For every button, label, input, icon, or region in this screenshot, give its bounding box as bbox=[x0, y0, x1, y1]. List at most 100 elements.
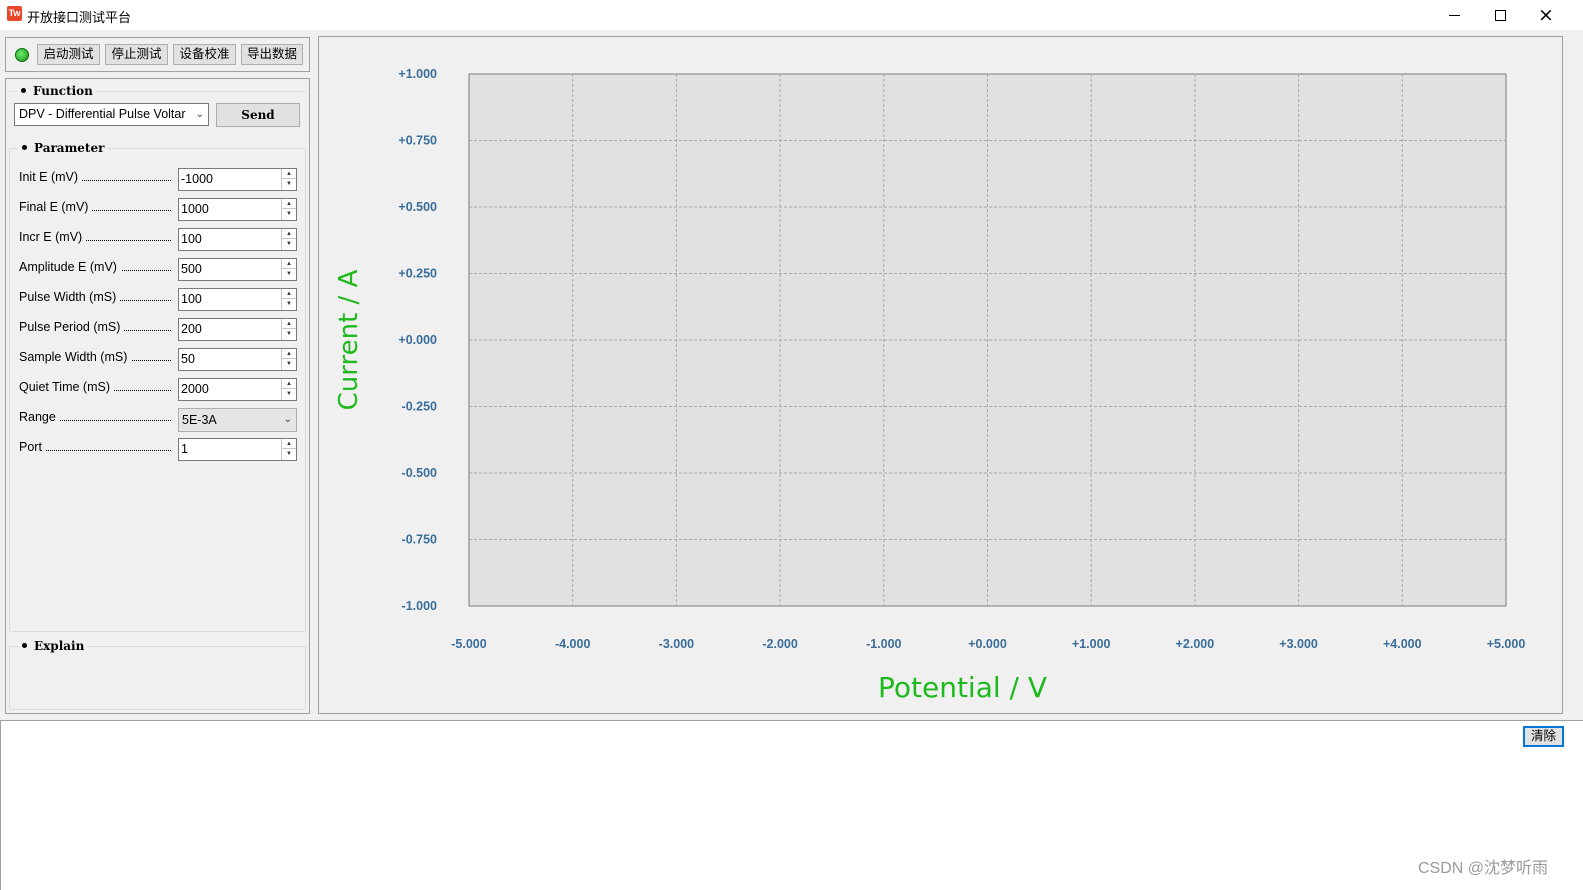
x-tick-label: +0.000 bbox=[968, 637, 1007, 651]
y-tick-label: -1.000 bbox=[402, 599, 437, 613]
param-row-final-e: Final E (mV) 1000 ▲ ▼ bbox=[19, 198, 301, 222]
spin-down-icon[interactable]: ▼ bbox=[282, 269, 296, 279]
spin-up-icon[interactable]: ▲ bbox=[282, 229, 296, 239]
quiet-time-input[interactable]: 2000 ▲ ▼ bbox=[178, 378, 297, 401]
spin-down-icon[interactable]: ▼ bbox=[282, 239, 296, 249]
spin-down-icon[interactable]: ▼ bbox=[282, 209, 296, 219]
x-tick-label: +2.000 bbox=[1176, 637, 1215, 651]
chevron-down-icon: ⌄ bbox=[195, 109, 204, 120]
explain-group-title: Explain bbox=[18, 639, 89, 653]
sample-width-input[interactable]: 50 ▲ ▼ bbox=[178, 348, 297, 371]
x-tick-label: -3.000 bbox=[659, 637, 694, 651]
settings-panel: Function DPV - Differential Pulse Voltar… bbox=[5, 78, 310, 714]
main-area: 启动测试 停止测试 设备校准 导出数据 Function DPV - Diffe… bbox=[0, 30, 1583, 720]
x-axis-label: Potential / V bbox=[878, 671, 1047, 704]
minimize-icon bbox=[1448, 14, 1460, 16]
param-row-sample-width: Sample Width (mS) 50 ▲ ▼ bbox=[19, 348, 301, 372]
x-tick-label: -5.000 bbox=[451, 637, 486, 651]
toolbar: 启动测试 停止测试 设备校准 导出数据 bbox=[5, 37, 310, 72]
init-e-input[interactable]: -1000 ▲ ▼ bbox=[178, 168, 297, 191]
spin-up-icon[interactable]: ▲ bbox=[282, 199, 296, 209]
maximize-icon bbox=[1494, 9, 1506, 21]
range-select[interactable]: 5E-3A ⌄ bbox=[178, 408, 297, 432]
pulse-period-input[interactable]: 200 ▲ ▼ bbox=[178, 318, 297, 341]
param-row-init-e: Init E (mV) -1000 ▲ ▼ bbox=[19, 168, 301, 192]
param-label: Sample Width (mS) bbox=[19, 350, 132, 364]
param-label: Pulse Period (mS) bbox=[19, 320, 125, 334]
param-label: Range bbox=[19, 410, 60, 424]
param-row-range: Range 5E-3A ⌄ bbox=[19, 408, 301, 432]
spin-down-icon[interactable]: ▼ bbox=[282, 389, 296, 399]
window-title: 开放接口测试平台 bbox=[27, 10, 132, 25]
param-row-amplitude-e: Amplitude E (mV) 500 ▲ ▼ bbox=[19, 258, 301, 282]
title-bar: Tw 开放接口测试平台 × bbox=[0, 0, 1583, 30]
chart-panel: +1.000 +0.750 +0.500 +0.250 +0.000 -0.250 -0.5… bbox=[318, 36, 1563, 714]
y-tick-label: +0.500 bbox=[398, 200, 437, 214]
y-tick-label: -0.250 bbox=[402, 400, 437, 414]
spin-down-icon[interactable]: ▼ bbox=[282, 359, 296, 369]
spin-down-icon[interactable]: ▼ bbox=[282, 449, 296, 459]
y-axis-label: Current / A bbox=[334, 269, 364, 410]
calibrate-device-button[interactable]: 设备校准 bbox=[173, 44, 236, 65]
port-input[interactable]: 1 ▲ ▼ bbox=[178, 438, 297, 461]
start-test-button[interactable]: 启动测试 bbox=[37, 44, 100, 65]
x-tick-label: -2.000 bbox=[762, 637, 797, 651]
y-tick-label: +0.000 bbox=[398, 333, 437, 347]
param-row-pulse-width: Pulse Width (mS) 100 ▲ ▼ bbox=[19, 288, 301, 312]
pulse-width-input[interactable]: 100 ▲ ▼ bbox=[178, 288, 297, 311]
y-tick-label: -0.750 bbox=[402, 533, 437, 547]
param-label: Init E (mV) bbox=[19, 170, 83, 184]
function-select-value: DPV - Differential Pulse Voltar bbox=[19, 107, 186, 121]
amplitude-e-input[interactable]: 500 ▲ ▼ bbox=[178, 258, 297, 281]
y-tick-label: +1.000 bbox=[398, 67, 437, 81]
spin-up-icon[interactable]: ▲ bbox=[282, 259, 296, 269]
x-tick-label: +1.000 bbox=[1072, 637, 1111, 651]
chevron-down-icon: ⌄ bbox=[283, 414, 292, 425]
app-icon: Tw bbox=[7, 6, 22, 21]
send-button[interactable]: Send bbox=[216, 103, 300, 127]
explain-group: Explain bbox=[9, 639, 306, 710]
y-tick-label: +0.750 bbox=[398, 134, 437, 148]
connection-status-icon bbox=[15, 48, 29, 62]
voltammogram-chart: +1.000 +0.750 +0.500 +0.250 +0.000 -0.250 -0.5… bbox=[334, 67, 1526, 704]
spin-down-icon[interactable]: ▼ bbox=[282, 329, 296, 339]
y-tick-label: -0.500 bbox=[402, 466, 437, 480]
log-panel[interactable]: 清除 CSDN @沈梦听雨 bbox=[0, 720, 1583, 890]
spin-up-icon[interactable]: ▲ bbox=[282, 439, 296, 449]
maximize-button[interactable] bbox=[1477, 0, 1523, 30]
param-row-incr-e: Incr E (mV) 100 ▲ ▼ bbox=[19, 228, 301, 252]
clear-log-button[interactable]: 清除 bbox=[1523, 726, 1564, 747]
spin-down-icon[interactable]: ▼ bbox=[282, 179, 296, 189]
param-label: Final E (mV) bbox=[19, 200, 93, 214]
function-group-title: Function bbox=[17, 84, 97, 98]
spin-down-icon[interactable]: ▼ bbox=[282, 299, 296, 309]
export-data-button[interactable]: 导出数据 bbox=[241, 44, 303, 65]
incr-e-input[interactable]: 100 ▲ ▼ bbox=[178, 228, 297, 251]
x-tick-label: +5.000 bbox=[1487, 637, 1526, 651]
param-label: Pulse Width (mS) bbox=[19, 290, 121, 304]
parameter-group-title: Parameter bbox=[18, 141, 109, 155]
close-icon: × bbox=[1538, 3, 1554, 26]
watermark: CSDN @沈梦听雨 bbox=[1418, 860, 1549, 877]
function-select[interactable]: DPV - Differential Pulse Voltar ⌄ bbox=[14, 103, 209, 126]
spin-up-icon[interactable]: ▲ bbox=[282, 319, 296, 329]
close-button[interactable]: × bbox=[1523, 0, 1569, 30]
x-tick-label: -1.000 bbox=[866, 637, 901, 651]
spin-up-icon[interactable]: ▲ bbox=[282, 289, 296, 299]
param-row-pulse-period: Pulse Period (mS) 200 ▲ ▼ bbox=[19, 318, 301, 342]
param-row-port: Port 1 ▲ ▼ bbox=[19, 438, 301, 462]
spin-up-icon[interactable]: ▲ bbox=[282, 379, 296, 389]
param-label: Port bbox=[19, 440, 46, 454]
param-label: Amplitude E (mV) bbox=[19, 260, 121, 274]
param-row-quiet-time: Quiet Time (mS) 2000 ▲ ▼ bbox=[19, 378, 301, 402]
spin-up-icon[interactable]: ▲ bbox=[282, 349, 296, 359]
final-e-input[interactable]: 1000 ▲ ▼ bbox=[178, 198, 297, 221]
x-tick-label: +3.000 bbox=[1279, 637, 1318, 651]
stop-test-button[interactable]: 停止测试 bbox=[105, 44, 168, 65]
x-tick-label: -4.000 bbox=[555, 637, 590, 651]
param-label: Quiet Time (mS) bbox=[19, 380, 114, 394]
spin-up-icon[interactable]: ▲ bbox=[282, 169, 296, 179]
minimize-button[interactable] bbox=[1431, 0, 1477, 30]
x-tick-label: +4.000 bbox=[1383, 637, 1422, 651]
param-label: Incr E (mV) bbox=[19, 230, 87, 244]
